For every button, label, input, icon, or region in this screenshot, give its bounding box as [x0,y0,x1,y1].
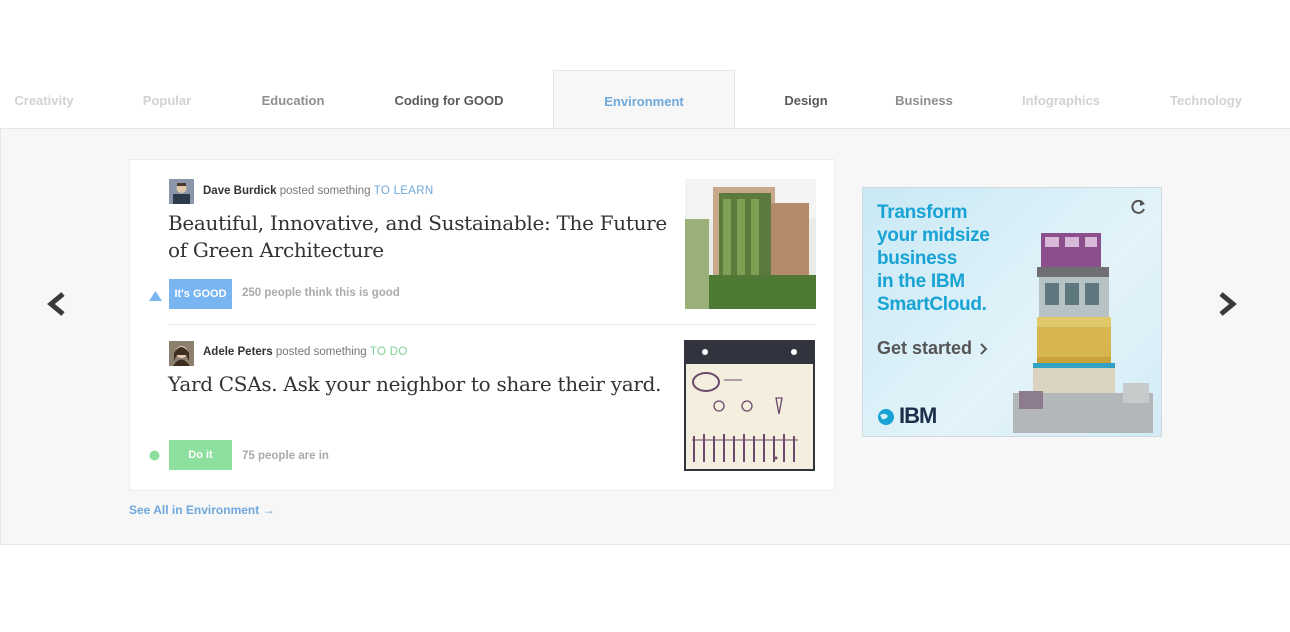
calendar-illustration-thumbnail[interactable] [684,340,815,471]
ad-headline-line: SmartCloud. [877,294,987,315]
green-dot-icon [149,448,160,466]
next-arrow-icon[interactable] [1216,285,1238,325]
tab-technology[interactable]: Technology [1150,70,1262,129]
tab-design[interactable]: Design [766,70,846,129]
author-name[interactable]: Dave Burdick [203,185,277,197]
category-tabs: Creativity Popular Education Coding for … [0,70,1290,129]
post-meta: Adele Peters posted something TO DO [203,346,408,358]
tab-coding-for-good[interactable]: Coding for GOOD [376,70,522,129]
author-name[interactable]: Adele Peters [203,346,273,358]
ibm-logo: IBM [899,403,937,428]
tab-infographics[interactable]: Infographics [1000,70,1122,129]
green-building-thumbnail[interactable] [685,179,816,309]
post-title[interactable]: Beautiful, Innovative, and Sustainable: … [168,210,668,264]
ad-headline-line: Transform [877,202,968,223]
post-action: posted something [279,185,371,197]
tab-education[interactable]: Education [244,70,342,129]
ad-cta-label: Get started [877,338,973,358]
chevron-right-icon [980,339,988,360]
post-divider [168,324,816,325]
ad-headline-line: in the IBM [877,271,965,292]
tab-business[interactable]: Business [878,70,970,129]
post-meta: Dave Burdick posted something TO LEARN [203,185,433,197]
post-action: posted something [275,346,367,358]
tab-popular[interactable]: Popular [120,70,214,129]
globe-icon [876,407,896,432]
post-tag[interactable]: TO LEARN [374,185,434,197]
avatar[interactable] [169,341,194,366]
do-it-count: 75 people are in [242,450,329,462]
avatar[interactable] [169,179,194,204]
posts-card: Dave Burdick posted something TO LEARN B… [129,159,835,491]
good-count: 250 people think this is good [242,287,400,299]
ad-headline-line: your midsize [877,225,990,246]
do-it-button[interactable]: Do it [169,440,232,470]
ad-headline-line: business [877,248,957,269]
post-title[interactable]: Yard CSAs. Ask your neighbor to share th… [168,371,668,398]
tab-environment[interactable]: Environment [553,70,735,129]
post-tag[interactable]: TO DO [370,346,408,358]
see-all-link[interactable]: See All in Environment → [129,503,275,517]
building-illustration [1013,223,1153,433]
its-good-button[interactable]: It's GOOD [169,279,232,309]
refresh-icon[interactable] [1129,198,1147,221]
prev-arrow-icon[interactable] [46,285,68,325]
tab-creativity[interactable]: Creativity [0,70,88,129]
ad-get-started[interactable]: Get started [877,338,988,360]
triangle-up-icon [149,288,162,306]
ibm-ad-banner[interactable]: Transform your midsize business in the I… [862,187,1162,437]
